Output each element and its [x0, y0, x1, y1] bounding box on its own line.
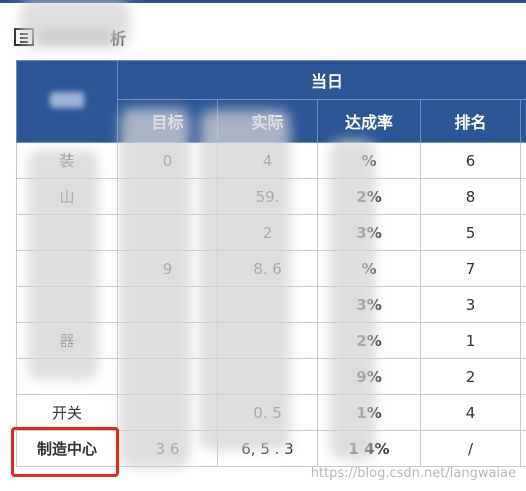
row-rank: / — [420, 430, 521, 467]
title-suffix: 析 — [110, 29, 128, 48]
row-rate: 3% — [317, 214, 421, 251]
row-target: 3 6 — [117, 430, 218, 467]
row-rate: % — [317, 142, 421, 179]
table-row: 9 8. 6 % 7 — [16, 250, 526, 287]
report-title: 析 — [14, 24, 127, 50]
row-name — [16, 358, 118, 395]
row-rate: 3% — [317, 286, 421, 323]
row-rank: 5 — [420, 214, 521, 251]
report-table: 当日 目标 实际 达成率 排名 装 0 4 % 6 山 59. 2% 8 2 3… — [16, 60, 526, 467]
row-rank: 7 — [420, 250, 521, 287]
row-rate: 2% — [317, 322, 421, 359]
table-row: 器 2% 1 — [16, 322, 526, 359]
row-actual — [217, 322, 318, 359]
row-target — [117, 178, 218, 215]
row-name — [16, 214, 118, 251]
row-target — [117, 358, 218, 395]
row-actual — [217, 358, 318, 395]
row-actual: 0. 5 — [217, 394, 318, 431]
row-name: 开关 — [16, 394, 118, 431]
row-target — [117, 214, 218, 251]
name-column-header — [16, 60, 118, 143]
row-actual: 6, 5 . 3 — [217, 430, 318, 467]
row-target — [117, 286, 218, 323]
table-row: 装 0 4 % 6 — [16, 142, 526, 179]
row-name: 山 — [16, 178, 118, 215]
row-rate: 1% — [317, 394, 421, 431]
table-icon — [14, 28, 34, 46]
row-actual: 4 — [217, 142, 318, 179]
row-name: 器 — [16, 322, 118, 359]
row-actual — [217, 286, 318, 323]
table-row-total: 制造中心 3 6 6, 5 . 3 1 4% / — [16, 430, 526, 467]
row-rank: 3 — [420, 286, 521, 323]
row-name: 制造中心 — [16, 430, 118, 467]
row-rate: 2% — [317, 178, 421, 215]
row-actual: 2 — [217, 214, 318, 251]
row-name — [16, 250, 118, 287]
row-rank: 2 — [420, 358, 521, 395]
row-rate: 9% — [317, 358, 421, 395]
row-rank: 6 — [420, 142, 521, 179]
row-target: 0 — [117, 142, 218, 179]
table-row: 3% 3 — [16, 286, 526, 323]
watermark: https://blog.csdn.net/langwaiae — [310, 466, 516, 481]
col-header-rank: 排名 — [420, 99, 521, 143]
row-rank: 1 — [420, 322, 521, 359]
top-accent-bar — [0, 0, 526, 3]
col-header-target: 目标 — [117, 99, 218, 143]
row-name: 装 — [16, 142, 118, 179]
row-rank: 8 — [420, 178, 521, 215]
row-target — [117, 394, 218, 431]
table-row: 2 3% 5 — [16, 214, 526, 251]
redacted-title — [40, 29, 110, 45]
table-row: 开关 0. 5 1% 4 — [16, 394, 526, 431]
row-target — [117, 322, 218, 359]
group-header-today: 当日 — [116, 60, 526, 100]
col-header-extra — [519, 99, 526, 143]
col-header-actual: 实际 — [217, 99, 318, 143]
row-target: 9 — [117, 250, 218, 287]
row-rate: % — [317, 250, 421, 287]
col-header-rate: 达成率 — [317, 99, 421, 143]
row-name — [16, 286, 118, 323]
table-row: 山 59. 2% 8 — [16, 178, 526, 215]
row-actual: 59. — [217, 178, 318, 215]
row-rank: 4 — [420, 394, 521, 431]
row-rate: 1 4% — [317, 430, 421, 467]
table-row: 9% 2 — [16, 358, 526, 395]
row-actual: 8. 6 — [217, 250, 318, 287]
